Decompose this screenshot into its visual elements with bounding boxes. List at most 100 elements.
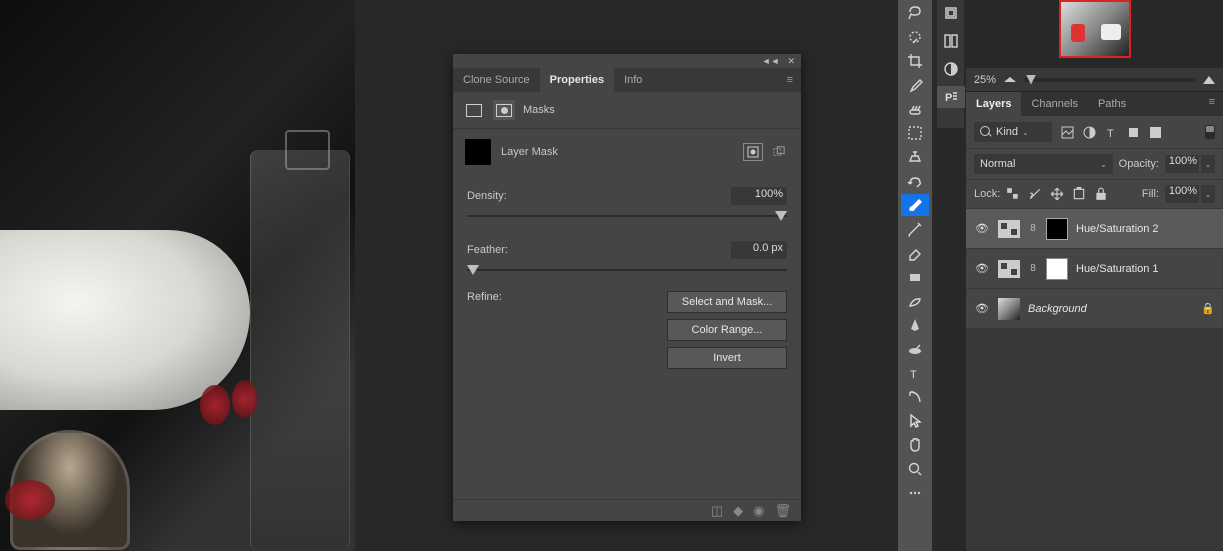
filter-type-icon[interactable]: T bbox=[1104, 125, 1119, 140]
zoom-out-icon[interactable] bbox=[1004, 77, 1016, 82]
path-selection-tool-icon[interactable] bbox=[901, 386, 929, 408]
pen-tool-icon[interactable] bbox=[901, 314, 929, 336]
layer-mask-thumbnail[interactable] bbox=[1046, 218, 1068, 240]
feather-slider[interactable] bbox=[467, 263, 787, 277]
layers-panel-menu-icon[interactable]: ≡ bbox=[1201, 92, 1223, 116]
filter-adjustment-icon[interactable] bbox=[1082, 125, 1097, 140]
collapse-icon[interactable]: ◄◄ bbox=[762, 56, 780, 66]
tab-properties[interactable]: Properties bbox=[540, 68, 614, 92]
layer-row[interactable]: 👁 8 Hue/Saturation 1 bbox=[966, 249, 1223, 289]
tab-channels[interactable]: Channels bbox=[1021, 92, 1087, 116]
hand-tool-icon[interactable] bbox=[901, 434, 929, 456]
layer-mask-thumbnail[interactable] bbox=[1046, 258, 1068, 280]
tab-info[interactable]: Info bbox=[614, 68, 652, 92]
link-icon: 8 bbox=[1028, 263, 1038, 274]
svg-text:T: T bbox=[1107, 128, 1114, 139]
adjustment-layer-icon[interactable] bbox=[998, 260, 1020, 278]
lock-image-icon[interactable] bbox=[1028, 187, 1042, 201]
zoom-value[interactable]: 25% bbox=[974, 74, 996, 86]
vector-mask-mode-icon[interactable] bbox=[493, 100, 515, 120]
type-tool-icon[interactable]: T bbox=[901, 362, 929, 384]
feather-value[interactable]: 0.0 px bbox=[731, 241, 787, 259]
layer-thumbnail[interactable] bbox=[998, 298, 1020, 320]
paragraph-panel-icon[interactable]: P bbox=[937, 86, 965, 108]
quick-selection-tool-icon[interactable] bbox=[901, 26, 929, 48]
navigator-thumbnail[interactable] bbox=[1059, 0, 1131, 58]
zoom-slider[interactable] bbox=[1024, 78, 1195, 82]
svg-text:T: T bbox=[910, 369, 917, 381]
layer-filter-kind-select[interactable]: Kind ⌄ bbox=[974, 122, 1052, 142]
eyedropper-tool-icon[interactable] bbox=[901, 74, 929, 96]
dodge-tool-icon[interactable] bbox=[901, 290, 929, 312]
disable-mask-icon[interactable]: ◉ bbox=[753, 503, 764, 519]
filter-shape-icon[interactable] bbox=[1126, 125, 1141, 140]
healing-brush-tool-icon[interactable] bbox=[901, 98, 929, 120]
layer-row[interactable]: 👁 8 Hue/Saturation 2 bbox=[966, 209, 1223, 249]
blur-tool-icon[interactable] bbox=[901, 266, 929, 288]
filter-pixel-icon[interactable] bbox=[1060, 125, 1075, 140]
layer-row[interactable]: 👁 Background 🔒 bbox=[966, 289, 1223, 329]
blend-mode-value: Normal bbox=[980, 158, 1015, 170]
layer-name[interactable]: Hue/Saturation 1 bbox=[1076, 263, 1159, 275]
lock-artboard-icon[interactable] bbox=[1072, 187, 1086, 201]
filter-toggle[interactable] bbox=[1205, 125, 1215, 139]
canvas-image bbox=[0, 0, 355, 551]
smudge-tool-icon[interactable] bbox=[901, 338, 929, 360]
panel-menu-icon[interactable]: ≡ bbox=[779, 70, 801, 90]
lock-icon[interactable]: 🔒 bbox=[1201, 302, 1215, 315]
masks-label: Masks bbox=[523, 104, 555, 116]
fill-value[interactable]: 100% bbox=[1165, 185, 1199, 203]
artboard-panel-icon[interactable] bbox=[937, 2, 965, 24]
add-vector-mask-icon[interactable] bbox=[769, 143, 789, 161]
close-icon[interactable]: ✕ bbox=[787, 56, 795, 67]
density-slider[interactable] bbox=[467, 209, 787, 223]
lasso-tool-icon[interactable] bbox=[901, 2, 929, 24]
density-value[interactable]: 100% bbox=[731, 187, 787, 205]
visibility-toggle-icon[interactable]: 👁 bbox=[974, 222, 990, 235]
fill-chevron-icon[interactable]: ⌄ bbox=[1201, 185, 1215, 203]
lock-all-icon[interactable] bbox=[1094, 187, 1108, 201]
invert-button[interactable]: Invert bbox=[667, 347, 787, 369]
eraser-tool-icon[interactable] bbox=[901, 242, 929, 264]
adjustment-layer-icon[interactable] bbox=[998, 220, 1020, 238]
clone-stamp-tool-icon[interactable] bbox=[901, 146, 929, 168]
tab-paths[interactable]: Paths bbox=[1088, 92, 1136, 116]
right-panel-column: 25% Layers Channels Paths ≡ Kind ⌄ T bbox=[966, 0, 1223, 551]
swatches-panel-icon[interactable] bbox=[937, 30, 965, 52]
tab-layers[interactable]: Layers bbox=[966, 92, 1021, 116]
opacity-value[interactable]: 100% bbox=[1165, 155, 1199, 173]
color-range-button[interactable]: Color Range... bbox=[667, 319, 787, 341]
gradient-tool-icon[interactable] bbox=[901, 218, 929, 240]
frame-tool-icon[interactable] bbox=[901, 122, 929, 144]
delete-mask-icon[interactable]: 🗑 bbox=[774, 503, 791, 519]
opacity-label: Opacity: bbox=[1119, 158, 1159, 170]
layer-name[interactable]: Hue/Saturation 2 bbox=[1076, 223, 1159, 235]
opacity-chevron-icon[interactable]: ⌄ bbox=[1201, 155, 1215, 173]
visibility-toggle-icon[interactable]: 👁 bbox=[974, 262, 990, 275]
select-pixel-mask-icon[interactable] bbox=[743, 143, 763, 161]
mask-thumbnail[interactable] bbox=[465, 139, 491, 165]
kind-label: Kind bbox=[996, 126, 1018, 138]
direct-selection-tool-icon[interactable] bbox=[901, 410, 929, 432]
adjustments-panel-icon[interactable] bbox=[937, 58, 965, 80]
collapsed-panel-dock: P bbox=[937, 0, 964, 128]
layer-name[interactable]: Background bbox=[1028, 303, 1087, 315]
brush-tool-icon[interactable] bbox=[901, 194, 929, 216]
crop-tool-icon[interactable] bbox=[901, 50, 929, 72]
filter-smartobject-icon[interactable] bbox=[1148, 125, 1163, 140]
select-and-mask-button[interactable]: Select and Mask... bbox=[667, 291, 787, 313]
blend-mode-select[interactable]: Normal ⌄ bbox=[974, 154, 1113, 174]
edit-toolbar-icon[interactable] bbox=[901, 482, 929, 504]
lock-position-icon[interactable] bbox=[1050, 187, 1064, 201]
visibility-toggle-icon[interactable]: 👁 bbox=[974, 302, 990, 315]
load-selection-icon[interactable]: ◫ bbox=[711, 503, 723, 519]
document-canvas[interactable] bbox=[0, 0, 355, 551]
pixel-mask-mode-icon[interactable] bbox=[463, 100, 485, 120]
lock-transparent-icon[interactable] bbox=[1006, 187, 1020, 201]
tab-clone-source[interactable]: Clone Source bbox=[453, 68, 540, 92]
apply-mask-icon[interactable]: ◆ bbox=[733, 503, 743, 519]
zoom-in-icon[interactable] bbox=[1203, 76, 1215, 84]
navigator-panel bbox=[966, 0, 1223, 68]
zoom-tool-icon[interactable] bbox=[901, 458, 929, 480]
history-brush-tool-icon[interactable] bbox=[901, 170, 929, 192]
